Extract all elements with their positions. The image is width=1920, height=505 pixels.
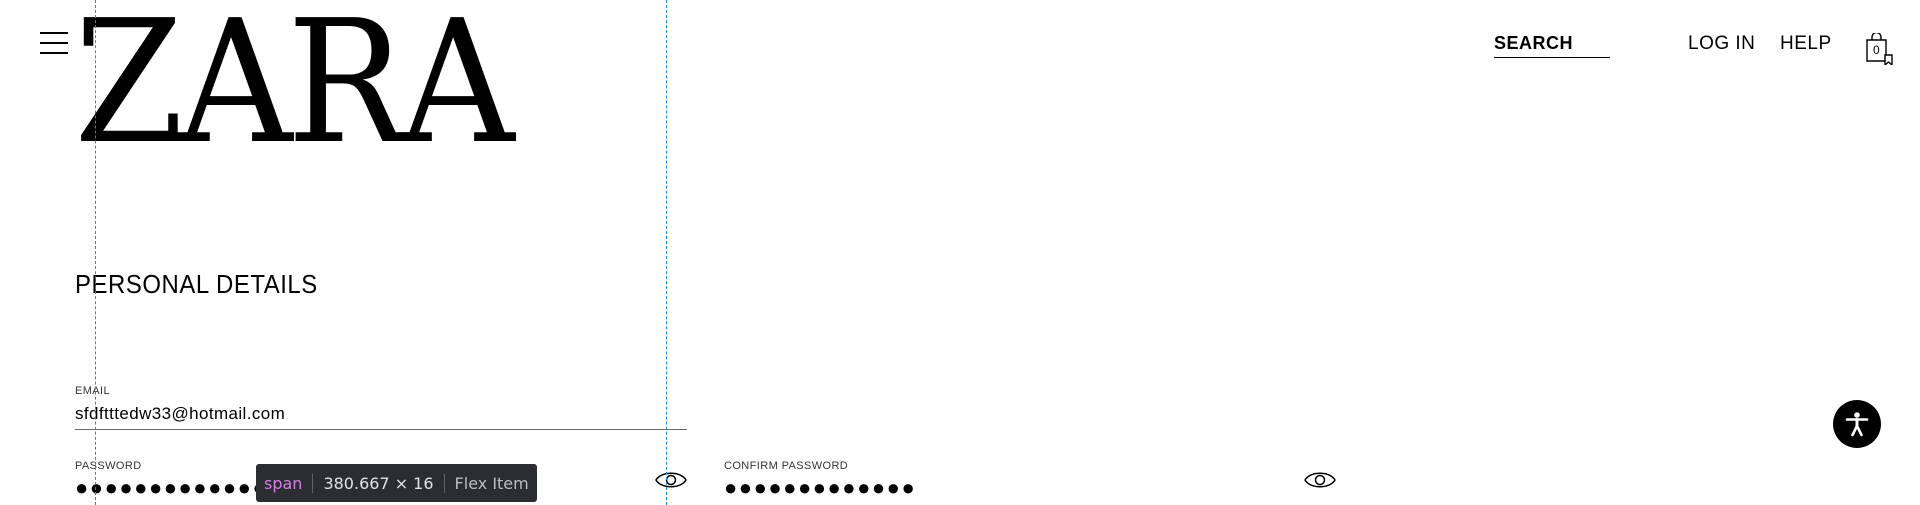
confirm-password-input[interactable]: ●●●●●●●●●●●●● (724, 477, 1336, 499)
email-field[interactable]: EMAIL sfdftttedw33@hotmail.com (75, 384, 687, 430)
page-title: PERSONAL DETAILS (75, 269, 318, 299)
bag-count: 0 (1873, 43, 1880, 57)
confirm-password-field[interactable]: CONFIRM PASSWORD ●●●●●●●●●●●●● (724, 459, 1336, 505)
shopping-bag-button[interactable]: 0 (1864, 31, 1894, 67)
menu-icon-bar (40, 32, 68, 34)
show-confirm-password-button[interactable] (1304, 469, 1336, 491)
devtools-layout-kind: Flex Item (454, 473, 529, 493)
login-link[interactable]: LOG IN (1688, 30, 1755, 58)
email-input[interactable]: sfdftttedw33@hotmail.com (75, 403, 687, 425)
email-underline (75, 429, 687, 430)
devtools-guide-line (95, 0, 96, 505)
devtools-inspect-tooltip: span 380.667 × 16 Flex Item (256, 464, 537, 502)
eye-icon (1304, 472, 1336, 488)
help-link[interactable]: HELP (1780, 30, 1832, 58)
search-input[interactable]: SEARCH (1494, 30, 1610, 58)
accessibility-icon (1845, 412, 1869, 437)
devtools-tag-name: span (264, 473, 314, 493)
email-label: EMAIL (75, 385, 111, 397)
confirm-password-label: CONFIRM PASSWORD (724, 460, 849, 472)
menu-icon-bar (40, 42, 68, 44)
menu-icon-bar (40, 52, 68, 54)
menu-button[interactable] (40, 30, 68, 56)
eye-icon (655, 472, 687, 488)
devtools-dimensions: 380.667 × 16 (313, 473, 445, 493)
brand-logo[interactable]: ZARA (74, 0, 515, 182)
accessibility-button[interactable] (1833, 400, 1881, 448)
show-password-button[interactable] (655, 469, 687, 491)
devtools-guide-line (666, 0, 667, 505)
bag-icon: 0 (1866, 31, 1893, 67)
brand-logo-text: ZARA (74, 0, 515, 182)
